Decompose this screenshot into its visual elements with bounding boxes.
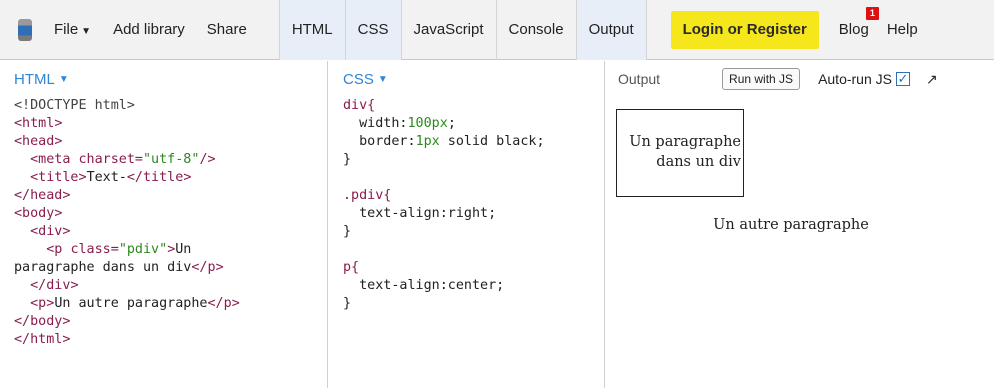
add-library-label: Add library: [113, 21, 185, 38]
panel-tabs: HTML CSS JavaScript Console Output: [278, 0, 647, 60]
output-para1-line1: Un paragraphe: [629, 134, 741, 150]
html-code-line: </html>: [14, 332, 71, 347]
tab-html[interactable]: HTML: [279, 0, 346, 60]
tab-css[interactable]: CSS: [345, 0, 402, 60]
checkbox-checked-icon[interactable]: ✓: [896, 72, 910, 86]
tab-output[interactable]: Output: [576, 0, 647, 60]
tab-console[interactable]: Console: [497, 0, 577, 60]
html-code-line: paragraphe dans un div</p>: [14, 260, 224, 275]
css-panel-header[interactable]: CSS ▼: [329, 61, 604, 97]
output-para1-line2: dans un div: [656, 154, 741, 170]
css-code-line: .pdiv{: [343, 188, 392, 203]
blog-label: Blog: [838, 21, 869, 38]
html-code-line: <p class="pdiv">Un: [46, 242, 192, 257]
html-code-line: <meta charset="utf-8"/>: [30, 152, 216, 167]
tab-output-label: Output: [588, 21, 634, 38]
jsbin-logo[interactable]: [18, 18, 32, 41]
output-para2: Un autre paragraphe: [713, 217, 869, 233]
css-code-line: div{: [343, 98, 376, 113]
html-code-line: <div>: [30, 224, 71, 239]
auto-run-toggle[interactable]: Auto-run JS ✓: [818, 71, 910, 87]
chevron-down-icon: ▼: [81, 26, 92, 37]
chevron-down-icon: ▼: [58, 73, 69, 85]
toolbar: File ▼ Add library Share HTML CSS JavaScr…: [0, 0, 994, 60]
css-code-line: [343, 169, 604, 187]
css-panel: CSS ▼ div{ width:100px; border:1px solid …: [329, 61, 605, 388]
html-code-line: <head>: [14, 134, 63, 149]
css-panel-title: CSS: [343, 70, 374, 88]
help-link[interactable]: Help: [887, 21, 918, 38]
tab-javascript-label: JavaScript: [413, 21, 484, 38]
css-code-line: width:100px;: [343, 116, 456, 131]
expand-arrow-icon[interactable]: ↗: [926, 71, 938, 88]
html-panel-title: HTML: [14, 70, 55, 88]
css-editor[interactable]: div{ width:100px; border:1px solid black…: [329, 97, 604, 313]
html-code-line: </head>: [14, 188, 71, 203]
tab-javascript[interactable]: JavaScript: [402, 0, 497, 60]
css-code-line: text-align:center;: [343, 278, 505, 293]
html-code-line: </div>: [30, 278, 79, 293]
tab-css-label: CSS: [357, 21, 389, 38]
tab-console-label: Console: [508, 21, 564, 38]
output-panel-header: Output Run with JS Auto-run JS ✓ ↗: [606, 61, 994, 97]
html-code-line: <body>: [14, 206, 63, 221]
share-label: Share: [206, 21, 247, 38]
html-code-line: <!DOCTYPE html>: [14, 98, 135, 113]
html-panel-header[interactable]: HTML ▼: [0, 61, 327, 97]
html-editor[interactable]: <!DOCTYPE html> <html> <head> <meta charse…: [0, 97, 327, 349]
output-panel-title: Output: [618, 71, 661, 87]
login-button[interactable]: Login or Register: [670, 10, 819, 49]
css-code-line: }: [343, 296, 352, 311]
html-code-line: <title>Text-</title>: [30, 170, 192, 185]
html-code-line: <html>: [14, 116, 63, 131]
notification-badge: 1: [865, 7, 879, 20]
html-code-line: <p>Un autre paragraphe</p>: [30, 296, 240, 311]
auto-run-label: Auto-run JS: [818, 71, 892, 87]
css-code-line: }: [343, 152, 352, 167]
file-menu-label: File: [54, 21, 79, 38]
share-menu[interactable]: Share: [207, 21, 247, 38]
chevron-down-icon: ▼: [377, 73, 388, 85]
css-code-line: }: [343, 224, 352, 239]
add-library-menu[interactable]: Add library: [113, 21, 185, 38]
blog-link[interactable]: Blog 1: [838, 7, 879, 38]
run-with-js-button[interactable]: Run with JS: [722, 68, 801, 90]
html-code-line: </body>: [14, 314, 71, 329]
css-code-line: [343, 241, 604, 259]
output-panel: Output Run with JS Auto-run JS ✓ ↗ Un pa…: [606, 61, 994, 388]
css-code-line: p{: [343, 260, 360, 275]
css-code-line: border:1px solid black;: [343, 134, 545, 149]
css-code-line: text-align:right;: [343, 206, 497, 221]
file-menu[interactable]: File ▼: [54, 21, 91, 38]
html-panel: HTML ▼ <!DOCTYPE html> <html> <head> <meta …: [0, 61, 328, 388]
tab-html-label: HTML: [291, 21, 333, 38]
output-div-box: Un paragraphe dans un div: [616, 109, 744, 197]
